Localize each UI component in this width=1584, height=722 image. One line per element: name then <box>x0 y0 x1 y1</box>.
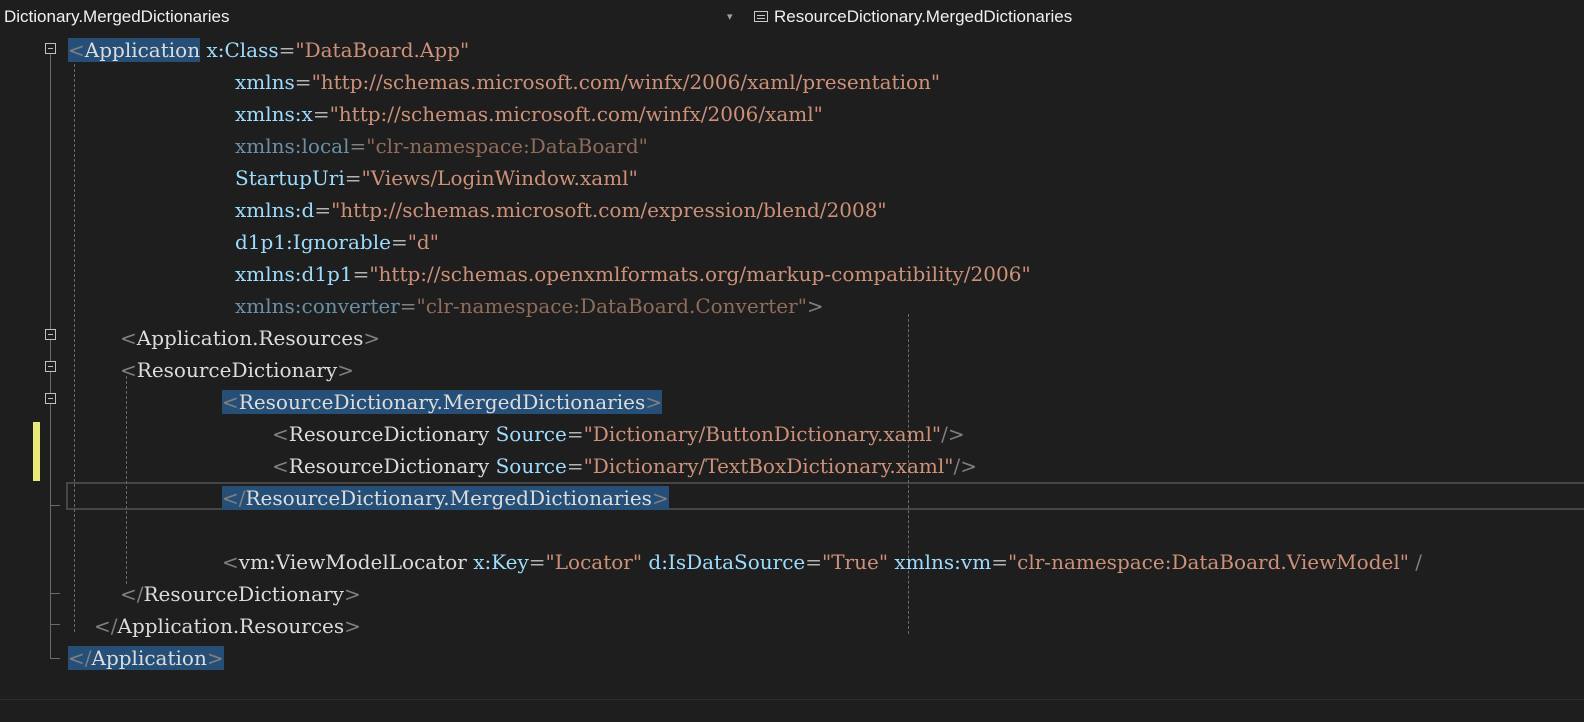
outline-line <box>50 340 51 361</box>
scope-dropdown-label: Dictionary.MergedDictionaries <box>4 7 230 26</box>
code-line-9: xmlns:converter="clr-namespace:DataBoard… <box>235 294 824 318</box>
outline-tick <box>50 624 60 625</box>
chevron-down-icon[interactable]: ▾ <box>727 10 733 23</box>
code-line-4: xmlns:local="clr-namespace:DataBoard" <box>235 134 648 158</box>
code-line-19: </Application.Resources> <box>94 614 361 638</box>
code-line-13: <ResourceDictionary Source="Dictionary/B… <box>272 422 965 446</box>
code-line-3: xmlns:x="http://schemas.microsoft.com/wi… <box>235 102 823 126</box>
code-line-10: <Application.Resources> <box>120 326 381 350</box>
code-editor[interactable]: <Application x:Class="DataBoard.App" xml… <box>0 34 1584 721</box>
outline-line <box>50 54 51 329</box>
code-line-5: StartupUri="Views/LoginWindow.xaml" <box>235 166 638 190</box>
member-dropdown-label: ResourceDictionary.MergedDictionaries <box>774 7 1073 26</box>
code-line-7: d1p1:Ignorable="d" <box>235 230 439 254</box>
code-line-2: xmlns="http://schemas.microsoft.com/winf… <box>235 70 941 94</box>
code-line-8: xmlns:d1p1="http://schemas.openxmlformat… <box>235 262 1031 286</box>
indent-guide <box>74 54 75 632</box>
outline-line <box>50 404 51 659</box>
code-line-18: </ResourceDictionary> <box>120 582 361 606</box>
outline-tick <box>50 658 60 659</box>
outline-line <box>50 372 51 393</box>
member-dropdown[interactable]: ResourceDictionary.MergedDictionaries <box>746 3 1584 31</box>
collapse-toggle-icon[interactable] <box>45 43 56 54</box>
indent-guide <box>126 376 127 584</box>
code-line-1: <Application x:Class="DataBoard.App" <box>68 38 470 62</box>
change-indicator-bar <box>33 422 40 481</box>
collapse-toggle-icon[interactable] <box>45 329 56 340</box>
code-line-14: <ResourceDictionary Source="Dictionary/T… <box>272 454 977 478</box>
collapse-toggle-icon[interactable] <box>45 393 56 404</box>
code-line-15: </ResourceDictionary.MergedDictionaries> <box>222 486 669 510</box>
outline-tick <box>50 593 60 594</box>
code-line-6: xmlns:d="http://schemas.microsoft.com/ex… <box>235 198 887 222</box>
horizontal-scrollbar[interactable] <box>0 699 1584 722</box>
scope-dropdown[interactable]: Dictionary.MergedDictionaries ▾ <box>0 3 738 31</box>
code-line-12: <ResourceDictionary.MergedDictionaries> <box>222 390 662 414</box>
xaml-element-icon <box>754 11 768 22</box>
code-line-11: <ResourceDictionary> <box>120 358 354 382</box>
collapse-toggle-icon[interactable] <box>45 361 56 372</box>
code-line-17: <vm:ViewModelLocator x:Key="Locator" d:I… <box>222 550 1423 574</box>
code-line-20: </Application> <box>68 646 224 670</box>
outline-tick <box>50 505 60 506</box>
navigation-bar: Dictionary.MergedDictionaries ▾ Resource… <box>0 0 1584 35</box>
